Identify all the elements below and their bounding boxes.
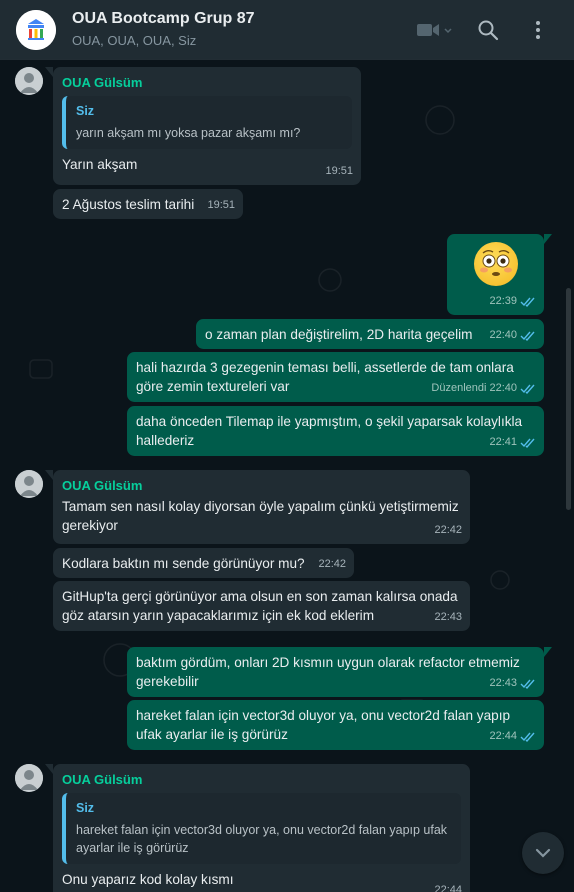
message-time: 22:43 <box>434 611 462 623</box>
group-logo-icon <box>16 10 56 50</box>
menu-icon[interactable] <box>526 18 550 42</box>
chat-participants: OUA, OUA, OUA, Siz <box>72 33 197 48</box>
chat-header[interactable]: OUA Bootcamp Grup 87 OUA, OUA, OUA, Siz <box>0 0 574 60</box>
bubble-tail <box>544 647 552 657</box>
quoted-text: hareket falan için vector3d oluyor ya, o… <box>76 823 448 855</box>
message-text: 2 Ağustos teslim tarihi <box>62 197 195 212</box>
bubble-tail <box>45 764 53 774</box>
message-list[interactable]: OUA Gülsüm Siz yarın akşam mı yoksa paza… <box>0 60 574 892</box>
edited-label: Düzenlendi <box>431 382 487 394</box>
flushed-face-emoji-icon <box>473 242 518 286</box>
message-bubble-incoming[interactable]: OUA Gülsüm Siz yarın akşam mı yoksa paza… <box>45 67 361 185</box>
message-text: daha önceden Tilemap ile yapmıştım, o şe… <box>136 414 523 448</box>
bubble-tail <box>45 67 53 77</box>
message-text: o zaman plan değiştirelim, 2D harita geç… <box>205 327 473 342</box>
quoted-text: yarın akşam mı yoksa pazar akşamı mı? <box>76 126 301 140</box>
sender-avatar[interactable] <box>15 764 43 792</box>
bubble-tail <box>544 234 552 244</box>
message-time: 22:42 <box>434 524 462 536</box>
message-bubble-incoming[interactable]: OUA Gülsüm Siz hareket falan için vector… <box>45 764 470 892</box>
message-text: hareket falan için vector3d oluyor ya, o… <box>136 708 511 742</box>
message-text: Yarın akşam <box>62 157 138 172</box>
message-bubble-outgoing[interactable]: daha önceden Tilemap ile yapmıştım, o şe… <box>127 406 544 456</box>
message-time: 22:42 <box>318 558 346 570</box>
message-bubble-outgoing[interactable]: o zaman plan değiştirelim, 2D harita geç… <box>196 319 544 349</box>
message-time: 22:39 <box>489 292 536 311</box>
message-time: 22:44 <box>434 884 462 892</box>
message-text: baktım gördüm, onları 2D kısmın uygun ol… <box>136 655 520 689</box>
message-bubble-outgoing[interactable]: hareket falan için vector3d oluyor ya, o… <box>127 700 544 750</box>
message-time: 22:43 <box>489 674 536 693</box>
message-bubble-outgoing-emoji[interactable]: 22:39 <box>447 234 552 315</box>
read-ticks-icon <box>520 297 535 307</box>
quoted-author: Siz <box>76 801 95 815</box>
message-bubble-outgoing[interactable]: hali hazırda 3 gezegenin teması belli, a… <box>127 352 544 402</box>
message-time: 22:40 <box>489 326 536 345</box>
message-text: GitHup'ta gerçi görünüyor ama olsun en s… <box>62 589 458 623</box>
message-time: 22:41 <box>489 433 536 452</box>
message-bubble-incoming[interactable]: OUA Gülsüm Tamam sen nasıl kolay diyorsa… <box>45 470 470 544</box>
message-bubble-incoming[interactable]: Kodlara baktın mı sende görünüyor mu? 22… <box>53 548 354 578</box>
message-text: Kodlara baktın mı sende görünüyor mu? <box>62 556 305 571</box>
message-time: 19:51 <box>207 199 235 211</box>
read-ticks-icon <box>520 384 535 394</box>
person-avatar-icon <box>15 67 43 95</box>
quoted-author: Siz <box>76 104 95 118</box>
chat-scrollbar[interactable] <box>566 288 571 510</box>
sender-avatar[interactable] <box>15 67 43 95</box>
chat-title[interactable]: OUA Bootcamp Grup 87 <box>72 10 255 28</box>
person-avatar-icon <box>15 470 43 498</box>
message-sender[interactable]: OUA Gülsüm <box>62 770 461 789</box>
message-text: Onu yaparız kod kolay kısmı <box>62 872 234 887</box>
message-bubble-incoming[interactable]: GitHup'ta gerçi görünüyor ama olsun en s… <box>53 581 470 631</box>
read-ticks-icon <box>520 331 535 341</box>
message-bubble-outgoing[interactable]: baktım gördüm, onları 2D kısmın uygun ol… <box>127 647 552 697</box>
message-time: 19:51 <box>325 165 353 177</box>
group-avatar[interactable] <box>16 10 56 50</box>
search-icon[interactable] <box>476 18 500 42</box>
quoted-message[interactable]: Siz yarın akşam mı yoksa pazar akşamı mı… <box>62 96 352 149</box>
message-sender[interactable]: OUA Gülsüm <box>62 476 461 495</box>
read-ticks-icon <box>520 438 535 448</box>
scroll-to-bottom-button[interactable] <box>522 832 564 874</box>
message-sender[interactable]: OUA Gülsüm <box>62 73 352 92</box>
bubble-tail <box>45 470 53 480</box>
read-ticks-icon <box>520 732 535 742</box>
person-avatar-icon <box>15 764 43 792</box>
message-time: Düzenlendi 22:40 <box>431 379 536 398</box>
message-time: 22:44 <box>489 727 536 746</box>
message-text: Tamam sen nasıl kolay diyorsan öyle yapa… <box>62 499 459 533</box>
quoted-message[interactable]: Siz hareket falan için vector3d oluyor y… <box>62 793 461 864</box>
sender-avatar[interactable] <box>15 470 43 498</box>
chevron-down-icon <box>535 848 551 858</box>
read-ticks-icon <box>520 679 535 689</box>
message-bubble-incoming[interactable]: 2 Ağustos teslim tarihi 19:51 <box>53 189 243 219</box>
video-call-icon[interactable] <box>414 18 456 42</box>
